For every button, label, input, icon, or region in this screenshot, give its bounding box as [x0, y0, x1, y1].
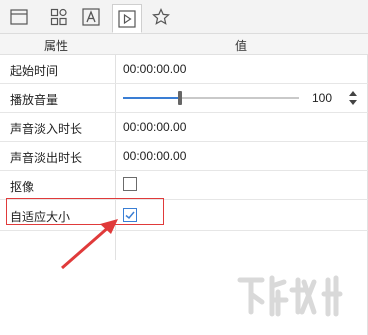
watermark-logo	[237, 275, 343, 317]
